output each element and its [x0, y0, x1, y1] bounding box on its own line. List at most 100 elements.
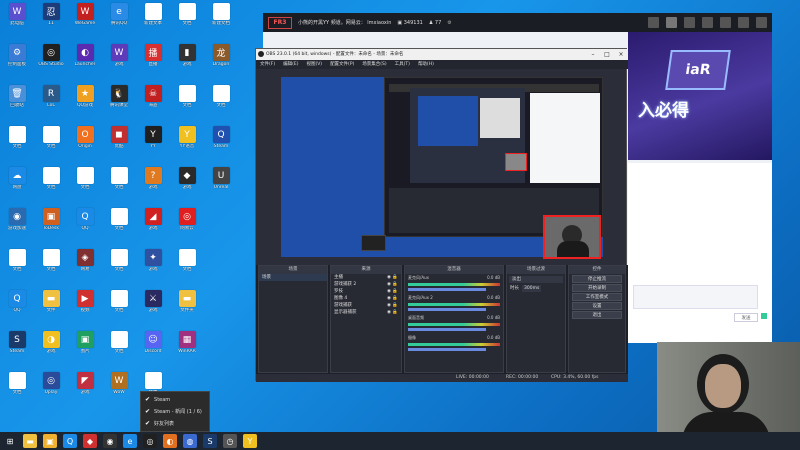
duration-input[interactable]: 300ms	[522, 285, 542, 292]
desktop-icon[interactable]: 文档	[171, 85, 203, 115]
source-item[interactable]: 罗技 ◉ 🔒	[331, 288, 401, 295]
desktop-icon[interactable]: W WeGame	[69, 3, 101, 33]
desktop-icon[interactable]: ◤ 游戏	[69, 372, 101, 402]
app-icon[interactable]: ◉	[103, 434, 117, 448]
desktop-icon[interactable]: 龙 Dragon	[205, 44, 237, 74]
menu-item[interactable]: 工具(T)	[395, 60, 410, 69]
desktop-icon[interactable]: ☺ Discord	[137, 331, 169, 361]
desktop-icon[interactable]: ▮ 游戏	[171, 44, 203, 74]
scene-item[interactable]: 场景	[259, 274, 327, 281]
source-item[interactable]: 游戏捕获 2 ◉ 🔒	[331, 281, 401, 288]
transition-select[interactable]: 淡出	[509, 276, 563, 283]
desktop-icon[interactable]: ? 游戏	[137, 167, 169, 197]
desktop-icon[interactable]: 忍 11	[35, 3, 67, 33]
desktop-icon[interactable]: 文档	[205, 85, 237, 115]
jumplist-item[interactable]: ✔ Steam - 新闻 (1 / 6)	[145, 406, 205, 418]
eye-lock-icon[interactable]: ◉ 🔒	[387, 302, 398, 309]
desktop-icon[interactable]: ◐ Launcher	[69, 44, 101, 74]
desktop-icon[interactable]: Y YY语音	[171, 126, 203, 156]
explorer-icon[interactable]: ▬	[23, 434, 37, 448]
desktop-icon[interactable]: W WoW	[103, 372, 135, 402]
volume-slider[interactable]	[408, 348, 486, 351]
desktop-icon[interactable]: 播直播	[137, 44, 169, 74]
clipboard-icon[interactable]	[684, 17, 695, 28]
webcam-overlay[interactable]	[543, 215, 601, 259]
menu-item[interactable]: 帮助(H)	[418, 60, 434, 69]
desktop-icon[interactable]: Q QQ	[69, 208, 101, 238]
menu-icon[interactable]	[720, 17, 731, 28]
control-button[interactable]: 开始录制	[572, 284, 622, 292]
close-icon[interactable]: ×	[614, 49, 628, 60]
qq-icon[interactable]: Q	[63, 434, 77, 448]
steam-icon[interactable]: S	[203, 434, 217, 448]
desktop-icon[interactable]: 文档	[103, 167, 135, 197]
eye-lock-icon[interactable]: ◉ 🔒	[387, 309, 398, 316]
desktop-icon[interactable]: ◼ 优酷	[103, 126, 135, 156]
desktop-icon[interactable]: ▣ 图片	[69, 331, 101, 361]
desktop-icon[interactable]: 文档	[103, 331, 135, 361]
desktop-icon[interactable]: 文档	[1, 372, 33, 402]
app2-icon[interactable]: ◍	[183, 434, 197, 448]
control-button[interactable]: 停止推流	[572, 275, 622, 283]
desktop-icon[interactable]: ⚔ 游戏	[137, 290, 169, 320]
desktop-icon[interactable]: S Steam	[1, 331, 33, 361]
jumplist-item[interactable]: ✔ 好友列表	[145, 418, 205, 430]
desktop-icon[interactable]: ▣ ToDesk	[35, 208, 67, 238]
desktop-icon[interactable]: ◉ 游戏加速	[1, 208, 33, 238]
browser-icon[interactable]: ◐	[163, 434, 177, 448]
desktop-icon[interactable]: ☠ 海盗	[137, 85, 169, 115]
close-icon[interactable]	[756, 17, 767, 28]
start-button[interactable]: ⊞	[3, 434, 17, 448]
volume-slider[interactable]	[408, 288, 486, 291]
desktop-icon[interactable]: 文档	[103, 249, 135, 279]
chat-input[interactable]	[633, 285, 758, 309]
desktop-icon[interactable]: W 此电脑	[1, 3, 33, 33]
game-icon[interactable]: ◆	[83, 434, 97, 448]
desktop-icon[interactable]: W 游戏	[103, 44, 135, 74]
desktop-icon[interactable]: U Unreal	[205, 167, 237, 197]
desktop-icon[interactable]: Q Steam	[205, 126, 237, 156]
clock-icon[interactable]: ◷	[223, 434, 237, 448]
desktop-icon[interactable]: ◈ 网易	[69, 249, 101, 279]
home-icon[interactable]	[666, 17, 677, 28]
gamepad-icon[interactable]	[702, 17, 713, 28]
desktop-icon[interactable]: ★ QQ游戏	[69, 85, 101, 115]
send-button[interactable]: 发送	[734, 313, 758, 322]
folder-icon[interactable]: ▣	[43, 434, 57, 448]
menu-item[interactable]: 配置文件(P)	[330, 60, 354, 69]
source-item[interactable]: 主播 ◉ 🔒	[331, 274, 401, 281]
desktop-icon[interactable]: 文档	[171, 3, 203, 33]
jumplist-item[interactable]: ✔ Steam	[145, 394, 205, 406]
menu-item[interactable]: 文件(F)	[260, 60, 275, 69]
eye-lock-icon[interactable]: ◉ 🔒	[387, 288, 398, 295]
desktop-icon[interactable]: ✦ 游戏	[137, 249, 169, 279]
video-icon[interactable]	[648, 17, 659, 28]
ie-icon[interactable]: e	[123, 434, 137, 448]
eye-lock-icon[interactable]: ◉ 🔒	[387, 295, 398, 302]
desktop-icon[interactable]: ☁ 网盘	[1, 167, 33, 197]
minimize-icon[interactable]	[738, 17, 749, 28]
volume-slider[interactable]	[408, 328, 486, 331]
volume-slider[interactable]	[408, 308, 486, 311]
desktop-icon[interactable]: Q QQ	[1, 290, 33, 320]
desktop-icon[interactable]: 文档	[103, 208, 135, 238]
desktop-icon[interactable]: 🐧 腾讯课堂	[103, 85, 135, 115]
minimize-icon[interactable]: –	[586, 49, 600, 60]
control-button[interactable]: 设置	[572, 302, 622, 310]
desktop-icon[interactable]: ▬ 文件	[35, 290, 67, 320]
control-button[interactable]: 退出	[572, 311, 622, 319]
eye-lock-icon[interactable]: ◉ 🔒	[387, 274, 398, 281]
desktop-icon[interactable]: 文档	[35, 167, 67, 197]
source-item[interactable]: 图像 4 ◉ 🔒	[331, 295, 401, 302]
desktop-icon[interactable]: R LoL	[35, 85, 67, 115]
desktop-icon[interactable]: 文档	[69, 167, 101, 197]
desktop-icon[interactable]: 文档	[35, 126, 67, 156]
desktop-icon[interactable]: 新建文本	[137, 3, 169, 33]
desktop-icon[interactable]: ▬ 文件夹	[171, 290, 203, 320]
desktop-icon[interactable]: 🗑 回收站	[1, 85, 33, 115]
menu-item[interactable]: 编辑(E)	[283, 60, 298, 69]
desktop-icon[interactable]: O Origin	[69, 126, 101, 156]
eye-lock-icon[interactable]: ◉ 🔒	[387, 281, 398, 288]
desktop-icon[interactable]: ▦ WinRAR	[171, 331, 203, 361]
desktop-icon[interactable]: 文档	[1, 249, 33, 279]
